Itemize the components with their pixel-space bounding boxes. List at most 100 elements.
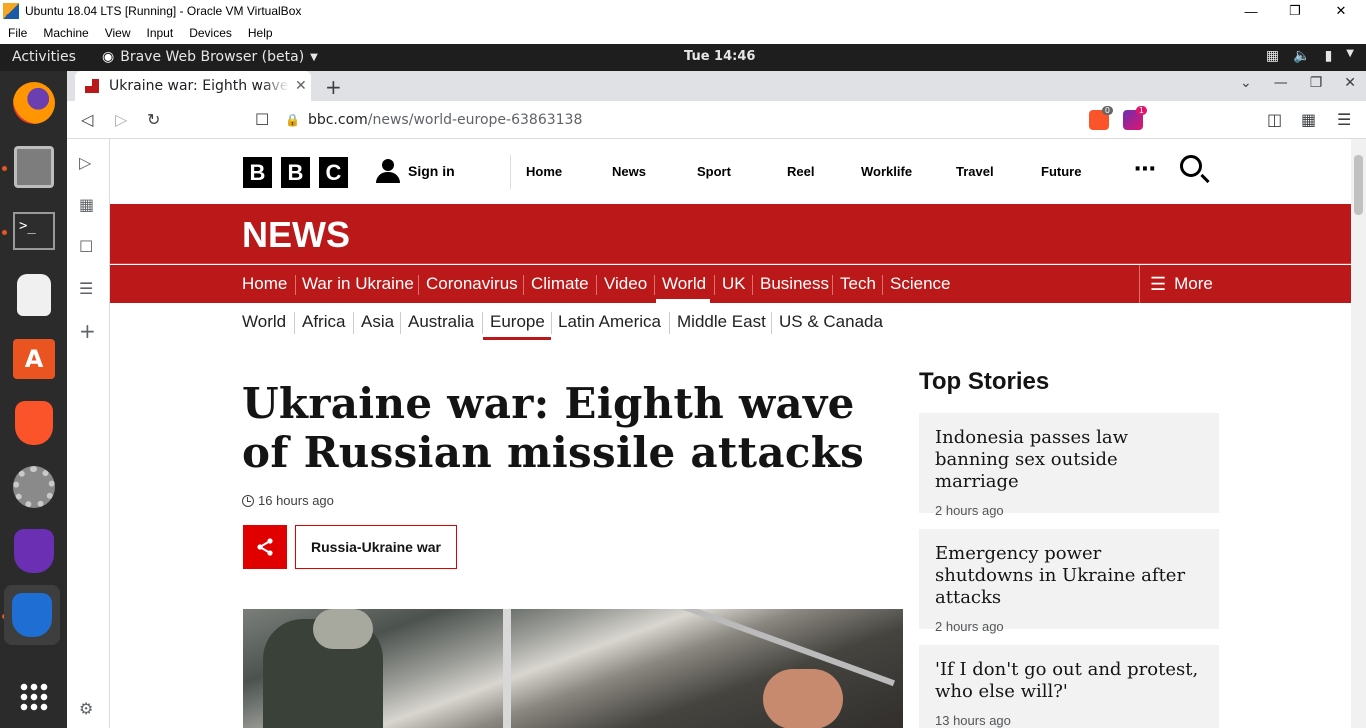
tab-search-chevron-icon[interactable]: ⌄: [1240, 75, 1252, 91]
top-nav-news[interactable]: News: [612, 164, 646, 179]
menu-file[interactable]: File: [0, 26, 35, 40]
menu-view[interactable]: View: [97, 26, 139, 40]
top-nav-future[interactable]: Future: [1041, 164, 1081, 179]
sub-nav-us-canada[interactable]: US & Canada: [779, 312, 883, 332]
brave-beta-icon[interactable]: [4, 585, 60, 645]
more-dots-icon[interactable]: ⋯: [1134, 157, 1157, 182]
system-tray[interactable]: ▦ 🔈 ▮ ▼: [1266, 48, 1354, 64]
virtualbox-icon: [3, 3, 19, 19]
menu-devices[interactable]: Devices: [181, 26, 240, 40]
sub-nav-world[interactable]: World: [242, 312, 286, 332]
bbc-favicon: [85, 79, 99, 93]
topic-tag-russia-ukraine-war[interactable]: Russia-Ukraine war: [295, 525, 457, 569]
bbc-logo-b1[interactable]: B: [243, 157, 272, 188]
back-icon[interactable]: ◁: [81, 110, 93, 129]
top-nav-sport[interactable]: Sport: [697, 164, 731, 179]
search-icon[interactable]: [1180, 155, 1202, 177]
tab-close-icon[interactable]: ✕: [295, 78, 307, 94]
app-menu[interactable]: ◉ Brave Web Browser (beta) ▼: [102, 49, 318, 65]
brave-rewards-icon[interactable]: 1: [1123, 106, 1147, 130]
news-nav-business[interactable]: Business: [760, 274, 829, 294]
top-nav-worklife[interactable]: Worklife: [861, 164, 912, 179]
hamburger-icon: ☰: [1150, 273, 1167, 294]
top-story-card[interactable]: 'If I don't go out and protest, who else…: [919, 645, 1219, 728]
top-nav-reel[interactable]: Reel: [787, 164, 814, 179]
news-nav-war-in-ukraine[interactable]: War in Ukraine: [302, 274, 414, 294]
menu-machine[interactable]: Machine: [35, 26, 96, 40]
lock-icon[interactable]: 🔒: [285, 113, 300, 127]
firefox-icon[interactable]: [8, 77, 60, 129]
bbc-logo-c[interactable]: C: [319, 157, 348, 188]
maximize-icon[interactable]: ❐: [1272, 0, 1318, 22]
url-host: bbc.com: [307, 112, 368, 128]
sub-nav-latin-america[interactable]: Latin America: [558, 312, 661, 332]
news-nav-home[interactable]: Home: [242, 274, 287, 294]
reading-list-icon[interactable]: ☰: [79, 279, 93, 298]
menu-input[interactable]: Input: [139, 26, 182, 40]
files-icon[interactable]: [8, 141, 60, 193]
news-nav-climate[interactable]: Climate: [531, 274, 589, 294]
sign-in-link[interactable]: Sign in: [376, 159, 455, 183]
news-nav-tech[interactable]: Tech: [840, 274, 876, 294]
top-story-card[interactable]: Emergency power shutdowns in Ukraine aft…: [919, 529, 1219, 634]
news-nav-uk[interactable]: UK: [722, 274, 746, 294]
share-button[interactable]: [243, 525, 287, 569]
top-story-title[interactable]: 'If I don't go out and protest, who else…: [935, 659, 1203, 703]
address-bar[interactable]: 🔒 bbc.com/news/world-europe-63863138 ☰ ⤩: [285, 105, 1147, 135]
minimize-icon[interactable]: —: [1228, 0, 1274, 22]
sub-nav-middle-east[interactable]: Middle East: [677, 312, 766, 332]
tab-strip: Ukraine war: Eighth wave of Russian miss…: [67, 71, 1366, 101]
news-nav-science[interactable]: Science: [890, 274, 950, 294]
top-nav-travel[interactable]: Travel: [956, 164, 994, 179]
brave-nightly-icon[interactable]: [8, 525, 60, 577]
sub-nav-europe[interactable]: Europe: [490, 312, 545, 332]
menu-icon[interactable]: ☰: [1337, 110, 1351, 129]
top-story-card[interactable]: Indonesia passes law banning sex outside…: [919, 413, 1219, 518]
top-nav-home[interactable]: Home: [526, 164, 562, 179]
bookmarks-icon[interactable]: ☐: [79, 237, 93, 256]
timestamp-label: 16 hours ago: [258, 493, 334, 508]
news-nav-coronavirus[interactable]: Coronavirus: [426, 274, 518, 294]
top-story-title[interactable]: Indonesia passes law banning sex outside…: [935, 427, 1203, 493]
show-applications-icon[interactable]: [8, 671, 60, 723]
wallet-icon[interactable]: ▦: [79, 195, 94, 214]
libreoffice-icon[interactable]: [8, 269, 60, 321]
news-nav-world[interactable]: World: [662, 274, 706, 294]
talk-icon[interactable]: ▷: [79, 153, 91, 172]
software-center-icon[interactable]: A: [8, 333, 60, 385]
wallet-icon[interactable]: ▦: [1301, 110, 1316, 129]
page-scrollbar[interactable]: [1351, 139, 1366, 728]
bookmark-icon[interactable]: ☐: [255, 110, 269, 129]
clock-icon: [242, 494, 254, 507]
news-nav-video[interactable]: Video: [604, 274, 647, 294]
activities-button[interactable]: Activities: [12, 49, 76, 65]
top-story-title[interactable]: Emergency power shutdowns in Ukraine aft…: [935, 543, 1203, 609]
terminal-icon[interactable]: >_: [8, 205, 60, 257]
clock[interactable]: Tue 14:46: [684, 49, 755, 64]
sidebar-settings-icon[interactable]: ⚙: [79, 699, 93, 718]
sub-nav-australia[interactable]: Australia: [408, 312, 474, 332]
news-nav-more-button[interactable]: ☰ More: [1139, 265, 1351, 303]
reload-icon[interactable]: ↻: [147, 110, 160, 129]
new-tab-icon[interactable]: +: [325, 75, 342, 99]
url-path: /news/world-europe-63863138: [367, 112, 583, 128]
sign-in-label: Sign in: [408, 163, 455, 179]
restore-icon[interactable]: ❐: [1310, 75, 1323, 91]
add-item-icon[interactable]: +: [79, 319, 96, 343]
brave-shields-icon[interactable]: 0: [1089, 106, 1113, 130]
sub-nav-asia[interactable]: Asia: [361, 312, 394, 332]
forward-icon[interactable]: ▷: [115, 110, 127, 129]
sidebar-toggle-icon[interactable]: ◫: [1267, 110, 1282, 129]
close-icon[interactable]: ✕: [1344, 75, 1356, 91]
minimize-icon[interactable]: —: [1274, 75, 1288, 91]
close-icon[interactable]: ✕: [1318, 0, 1364, 22]
menu-help[interactable]: Help: [240, 26, 281, 40]
tab-active[interactable]: Ukraine war: Eighth wave of Russian miss…: [75, 71, 311, 101]
scrollbar-thumb[interactable]: [1354, 155, 1363, 215]
sub-nav-africa[interactable]: Africa: [302, 312, 345, 332]
news-logo[interactable]: NEWS: [242, 214, 350, 256]
brave-icon[interactable]: [8, 397, 60, 449]
bbc-logo-b2[interactable]: B: [281, 157, 310, 188]
article-photo[interactable]: [243, 609, 903, 728]
settings-icon[interactable]: [8, 461, 60, 513]
